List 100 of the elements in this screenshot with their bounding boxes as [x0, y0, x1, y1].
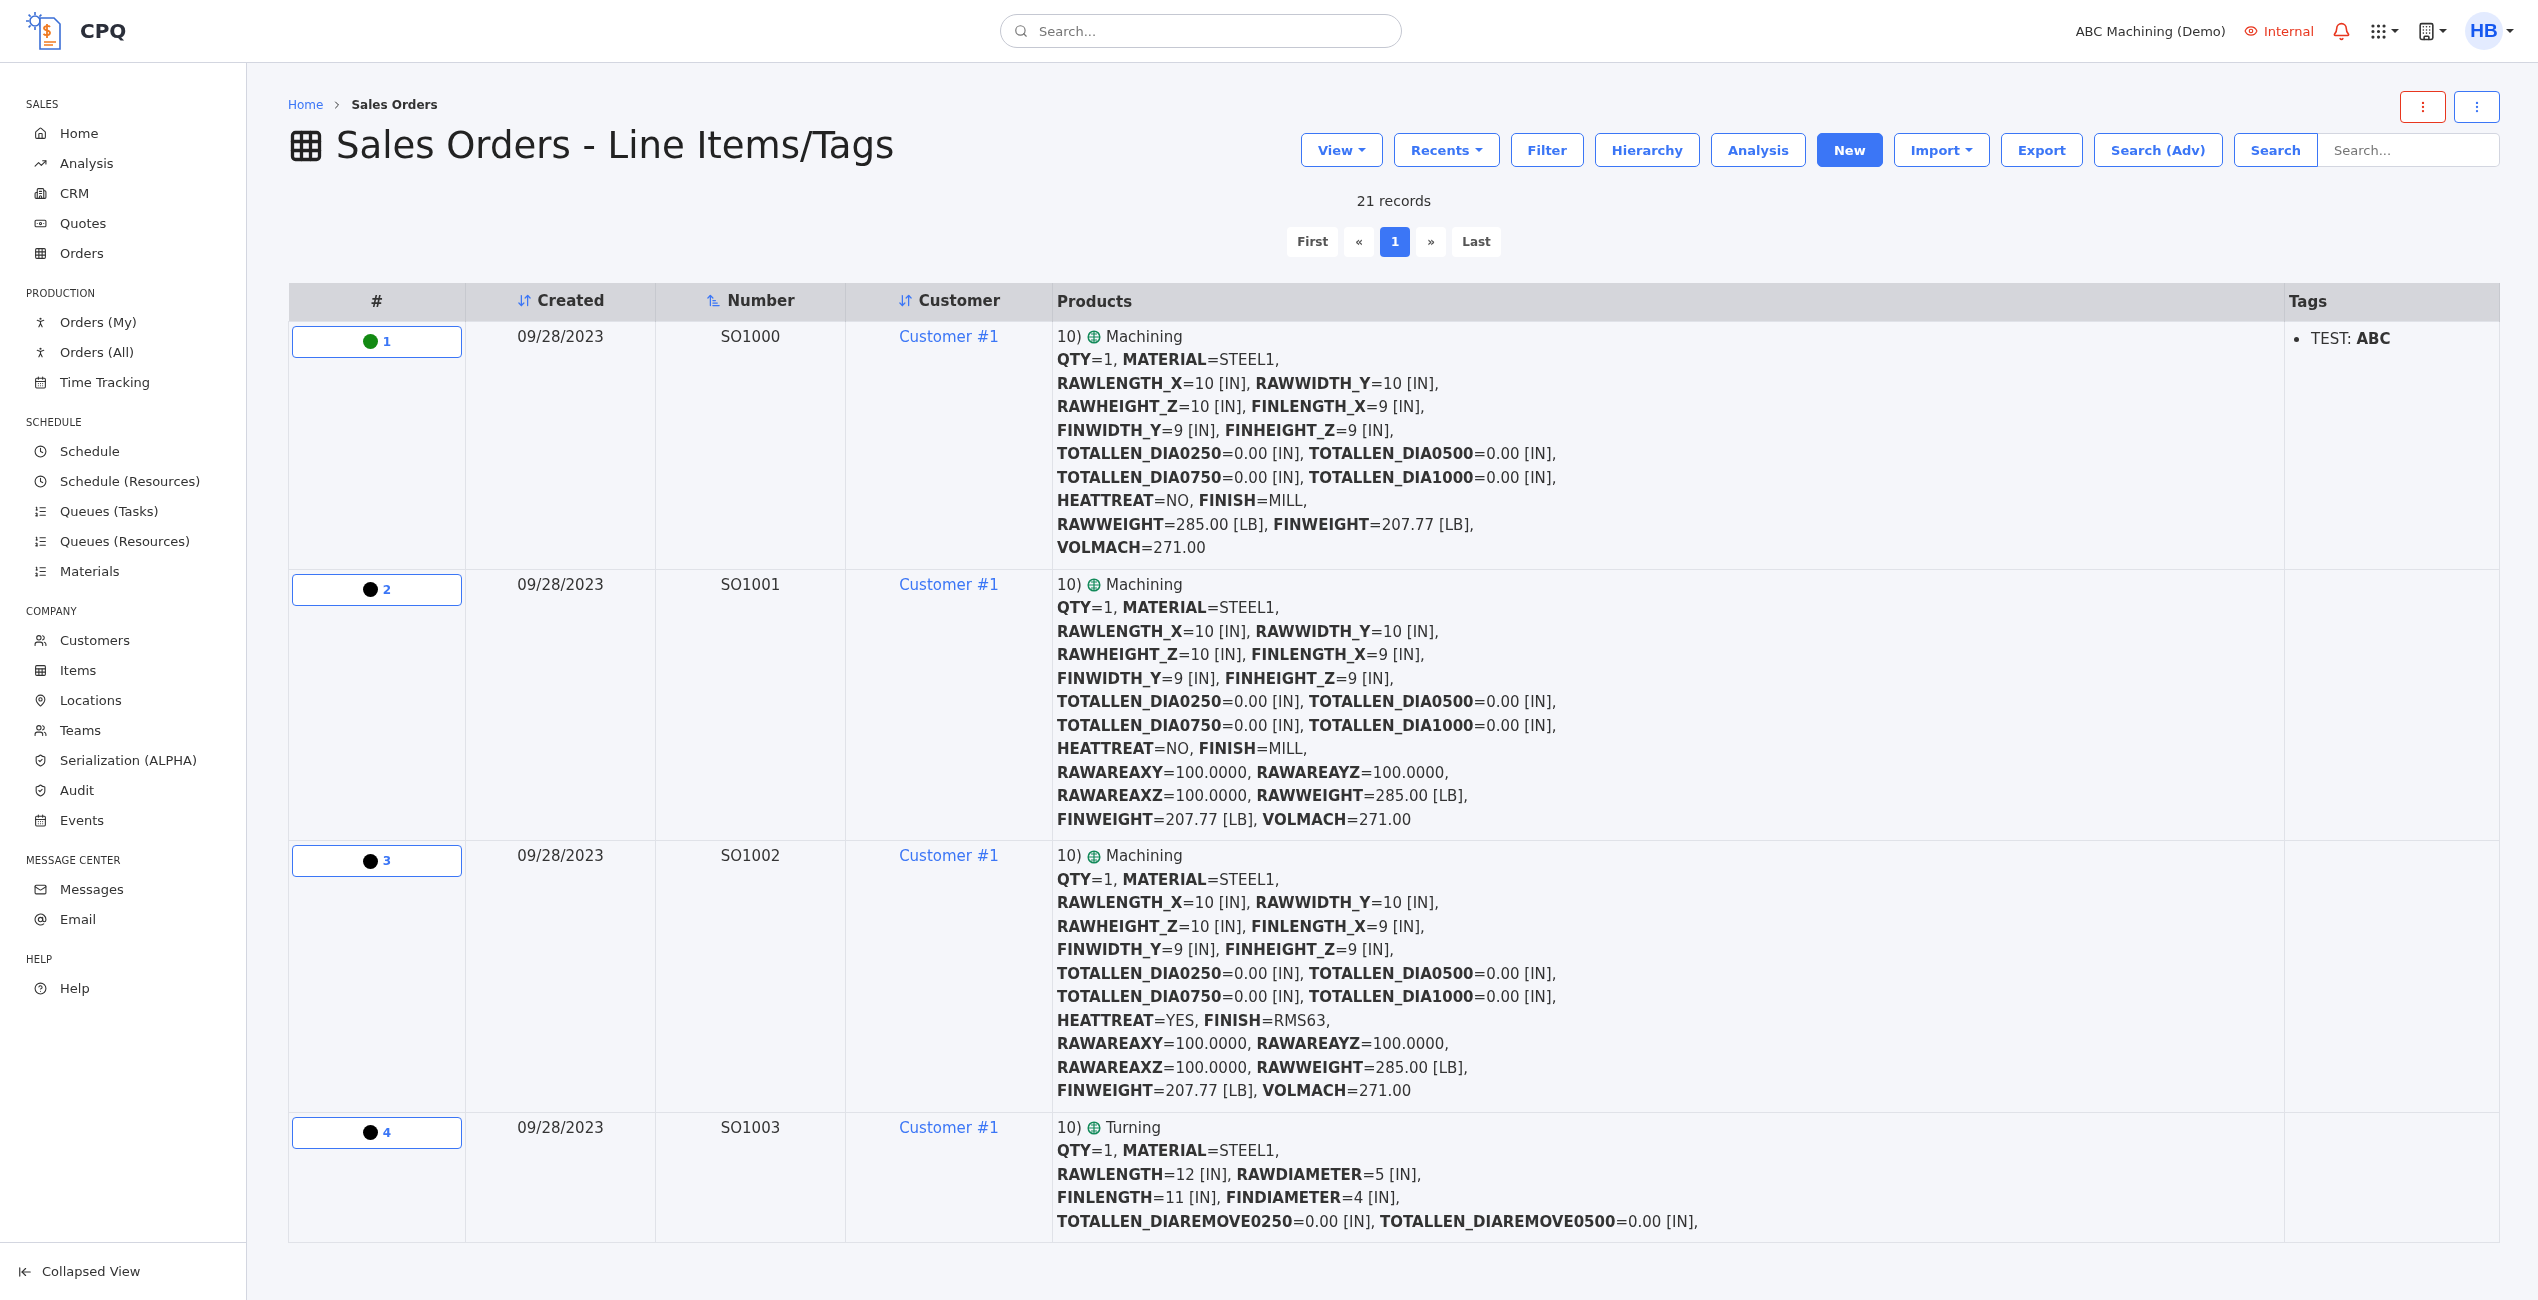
sidebar-item[interactable]: Email [0, 904, 246, 934]
product-attributes: TOTALLEN_DIAREMOVE0250=0.00 [IN], TOTALLEN_DIAREMOVE0500=0.00 [IN], [1057, 1211, 1700, 1233]
globe-icon [1086, 330, 1101, 345]
toolbar-button[interactable]: Search [2233, 133, 2318, 167]
toolbar-button[interactable]: Recents [1394, 133, 1500, 167]
product-name: Machining [1105, 574, 1183, 596]
customer-link[interactable]: Customer #1 [899, 573, 999, 594]
pagination-button[interactable]: Last [1452, 227, 1501, 257]
sidebar-section-title: SCHEDULE [25, 417, 83, 428]
people-icon [34, 723, 47, 737]
apps-grid-icon[interactable] [2369, 21, 2399, 41]
sidebar-item[interactable]: Orders (My) [0, 307, 246, 337]
toolbar-button[interactable]: Import [1893, 133, 1990, 167]
product-attributes: FINWEIGHT=207.77 [LB], VOLMACH=271.00 [1057, 1081, 1413, 1102]
toolbar-button[interactable]: Filter [1510, 133, 1584, 167]
at-sign-icon [34, 912, 47, 926]
table-cell-text: SO1001 [720, 574, 781, 594]
sidebar-item[interactable]: Queues (Tasks) [0, 496, 246, 526]
customer-link[interactable]: Customer #1 [899, 1116, 999, 1137]
search-field[interactable]: Search... [2318, 133, 2500, 167]
sidebar-item[interactable]: Analysis [0, 148, 246, 178]
customer-link[interactable]: Customer #1 [899, 325, 999, 346]
sidebar-item[interactable]: Schedule (Resources) [0, 466, 246, 496]
shield-icon [34, 783, 47, 797]
column-header: Number [706, 291, 795, 310]
sidebar-section-title: SALES [25, 99, 60, 110]
product-attributes: RAWAREAXZ=100.0000, RAWWEIGHT=285.00 [LB], [1057, 786, 1469, 807]
product-attributes: FINLENGTH=11 [IN], FINDIAMETER=4 [IN], [1057, 1188, 1402, 1209]
toolbar-button[interactable]: View [1300, 133, 1384, 167]
clock-icon [34, 474, 47, 488]
sidebar-item[interactable]: Customers [0, 625, 246, 655]
sidebar-item[interactable]: Orders [0, 238, 246, 268]
table-cell-text: SO1000 [720, 326, 781, 346]
sidebar-item[interactable]: Locations [0, 685, 246, 715]
sidebar-item[interactable]: CRM [0, 178, 246, 208]
global-search-field[interactable]: Search... [1000, 14, 1402, 48]
product-attributes: HEATTREAT=NO, FINISH=MILL, [1057, 739, 1309, 760]
grid-icon [34, 246, 47, 260]
product-attributes: RAWLENGTH_X=10 [IN], RAWWIDTH_Y=10 [IN], [1057, 893, 1440, 914]
sidebar-item[interactable]: Items [0, 655, 246, 685]
row-open-button[interactable]: 4 [292, 1116, 462, 1149]
pagination-button[interactable]: « [1344, 227, 1375, 257]
toolbar-button[interactable]: Hierarchy [1594, 133, 1701, 167]
product-attributes: VOLMACH=271.00 [1057, 538, 1207, 559]
calendar-icon [34, 813, 47, 827]
more-options-button[interactable] [2400, 91, 2446, 123]
pagination-button[interactable]: First [1287, 227, 1339, 257]
row-open-button[interactable]: 1 [292, 325, 462, 358]
row-open-button[interactable]: 3 [292, 845, 462, 877]
breadcrumb-link[interactable]: Home [288, 98, 324, 112]
row-open-button[interactable]: 2 [292, 573, 462, 606]
caret-icon [1964, 148, 1973, 152]
product-attributes: RAWAREAXY=100.0000, RAWAREAYZ=100.0000, [1057, 1034, 1451, 1055]
product-name: Turning [1105, 1117, 1161, 1139]
more-options-button[interactable] [2454, 91, 2500, 123]
product-attributes: RAWAREAXY=100.0000, RAWAREAYZ=100.0000, [1057, 762, 1451, 784]
help-icon [34, 981, 47, 995]
column-header: # [370, 292, 384, 311]
mode-indicator: Internal [2243, 23, 2314, 39]
product-attributes: RAWWEIGHT=285.00 [LB], FINWEIGHT=207.77 [LB], [1057, 514, 1476, 536]
pagination-button[interactable]: » [1416, 227, 1447, 257]
sidebar-item[interactable]: Messages [0, 874, 246, 904]
sidebar-item[interactable]: Time Tracking [0, 367, 246, 397]
numbered-list-icon [34, 504, 47, 518]
building-icon[interactable] [2417, 21, 2447, 41]
product-attributes: FINWIDTH_Y=9 [IN], FINHEIGHT_Z=9 [IN], [1057, 420, 1396, 442]
table-icon [34, 663, 47, 677]
collapse-icon [18, 1264, 32, 1279]
sidebar-item[interactable]: Orders (All) [0, 337, 246, 367]
pagination-button[interactable]: 1 [1380, 227, 1411, 257]
sidebar-item[interactable]: Events [0, 805, 246, 835]
sidebar-item[interactable]: Home [0, 118, 246, 148]
globe-icon [1086, 849, 1101, 864]
map-pin-icon [34, 693, 47, 707]
toolbar-button[interactable]: Export [2000, 133, 2084, 167]
toolbar-button[interactable]: Search (Adv) [2094, 133, 2223, 167]
sidebar-item[interactable]: Materials [0, 556, 246, 586]
page-title: Sales Orders - Line Items/Tags [336, 124, 895, 167]
sidebar-item[interactable]: Teams [0, 715, 246, 745]
notifications-icon[interactable] [2332, 21, 2351, 41]
collapse-view-link[interactable]: Collapsed View [0, 1242, 246, 1300]
numbered-list-icon [34, 534, 47, 548]
toolbar-button[interactable]: New [1817, 133, 1883, 167]
product-attributes: QTY=1, MATERIAL=STEEL1, [1057, 350, 1281, 371]
company-name: ABC Machining (Demo) [2075, 23, 2226, 39]
sidebar-section-title: MESSAGE CENTER [25, 855, 122, 866]
product-attributes: HEATTREAT=NO, FINISH=MILL, [1057, 491, 1309, 512]
sidebar-item[interactable]: Serialization (ALPHA) [0, 745, 246, 775]
sidebar-item[interactable]: Help [0, 973, 246, 1003]
sidebar-item[interactable]: Schedule [0, 436, 246, 466]
product-name: Machining [1105, 326, 1183, 348]
sidebar-section-title: COMPANY [25, 606, 78, 617]
customer-link[interactable]: Customer #1 [899, 845, 999, 865]
toolbar-button[interactable]: Analysis [1711, 133, 1806, 167]
column-header: Customer [897, 291, 1001, 310]
column-header: Created [516, 291, 605, 310]
sidebar-item[interactable]: Queues (Resources) [0, 526, 246, 556]
sidebar-item[interactable]: Audit [0, 775, 246, 805]
tag: TEST: ABC [2311, 327, 2391, 351]
sidebar-item[interactable]: Quotes [0, 208, 246, 238]
